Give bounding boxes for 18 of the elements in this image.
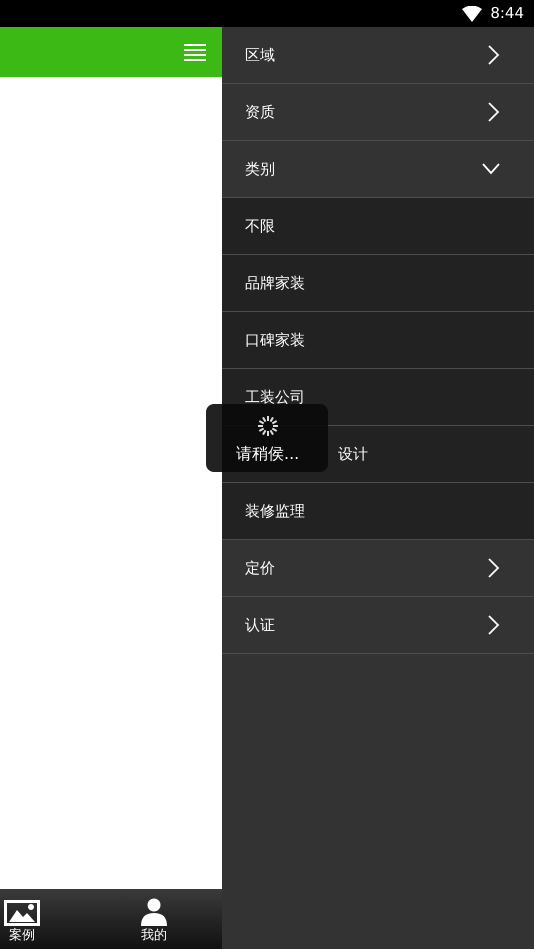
image-icon (4, 900, 40, 926)
person-icon (140, 898, 168, 926)
spinner-icon (256, 414, 280, 438)
chevron-down-icon (482, 163, 500, 175)
chevron-right-icon (488, 102, 500, 122)
filter-option[interactable]: 口碑家装 (222, 312, 534, 369)
tab-button[interactable]: 案例 (4, 889, 40, 949)
tab-button[interactable]: 我的 (140, 889, 168, 949)
filter-option[interactable]: 不限 (222, 198, 534, 255)
chevron-right-icon (488, 615, 500, 635)
clock: 8:44 (490, 3, 524, 24)
toast-text: 请稍侯... (236, 443, 300, 465)
wifi-icon (462, 6, 482, 22)
filter-option[interactable]: 装修监理 (222, 483, 534, 540)
chevron-right-icon (488, 45, 500, 65)
chevron-right-icon (488, 558, 500, 578)
filter-option[interactable]: 品牌家装 (222, 255, 534, 312)
menu-icon[interactable] (184, 43, 206, 61)
